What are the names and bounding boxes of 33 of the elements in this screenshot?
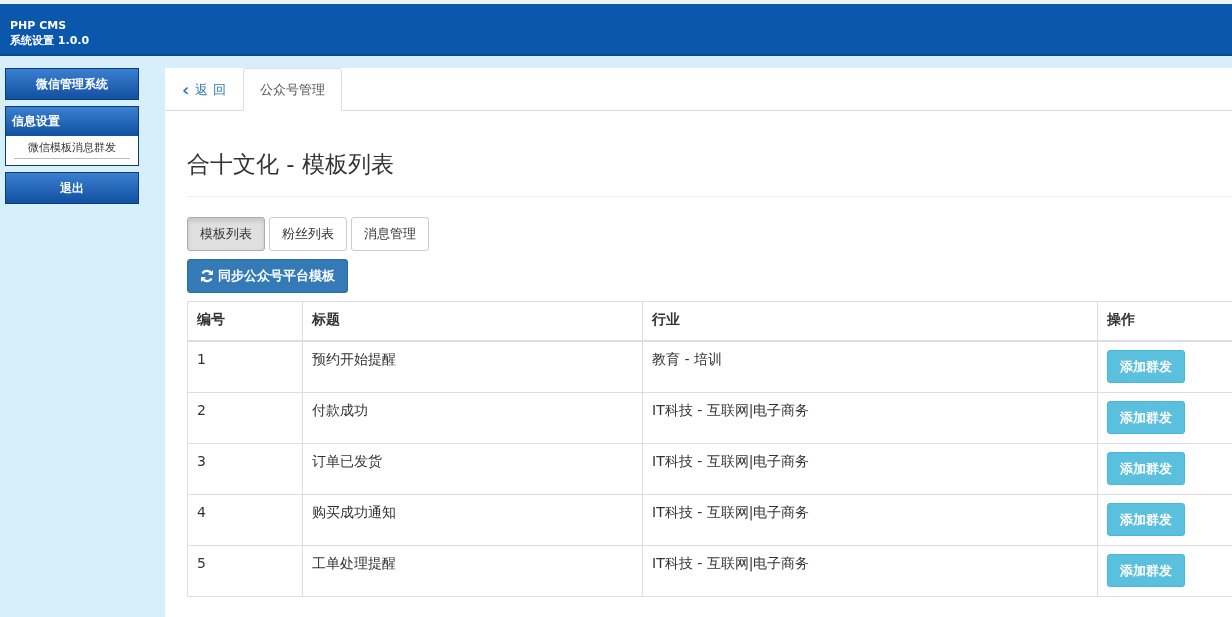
- column-header: 编号: [187, 301, 303, 341]
- menu-button[interactable]: 微信管理系统: [5, 68, 139, 100]
- table-cell: 2: [187, 392, 303, 444]
- table-cell: 工单处理提醒: [302, 545, 643, 597]
- segment-button[interactable]: 粉丝列表: [269, 217, 347, 251]
- menu-link[interactable]: 微信模板消息群发: [14, 140, 130, 159]
- back-button[interactable]: ‹ 返 回: [165, 68, 243, 111]
- segment-button[interactable]: 消息管理: [351, 217, 429, 251]
- table-cell: 5: [187, 545, 303, 597]
- table-cell: 购买成功通知: [302, 494, 643, 546]
- table-cell: IT科技 - 互联网|电子商务: [642, 443, 1098, 495]
- table-cell: 3: [187, 443, 303, 495]
- table-cell: 预约开始提醒: [302, 341, 643, 393]
- table-cell: 1: [187, 341, 303, 393]
- column-header: 行业: [642, 301, 1098, 341]
- app-title: PHP CMS: [10, 18, 68, 33]
- table-cell: 4: [187, 494, 303, 546]
- sync-button[interactable]: 同步公众号平台模板: [187, 259, 348, 293]
- page-title: 合十文化 - 模板列表: [187, 149, 1232, 197]
- refresh-icon: [200, 269, 214, 283]
- menu-group-title: 信息设置: [6, 107, 138, 136]
- table-cell: 付款成功: [302, 392, 643, 444]
- tab[interactable]: 公众号管理: [242, 68, 342, 111]
- column-header: 操作: [1097, 301, 1232, 341]
- app-version: 系统设置 1.0.0: [10, 33, 91, 48]
- segment-button[interactable]: 模板列表: [187, 217, 265, 251]
- table-cell: 订单已发货: [302, 443, 643, 495]
- column-header: 标题: [302, 301, 643, 341]
- table-cell: IT科技 - 互联网|电子商务: [642, 392, 1098, 444]
- menu-button[interactable]: 退出: [5, 172, 139, 204]
- table-cell: IT科技 - 互联网|电子商务: [642, 494, 1098, 546]
- table-cell: 教育 - 培训: [642, 341, 1098, 393]
- table-cell: IT科技 - 互联网|电子商务: [642, 545, 1098, 597]
